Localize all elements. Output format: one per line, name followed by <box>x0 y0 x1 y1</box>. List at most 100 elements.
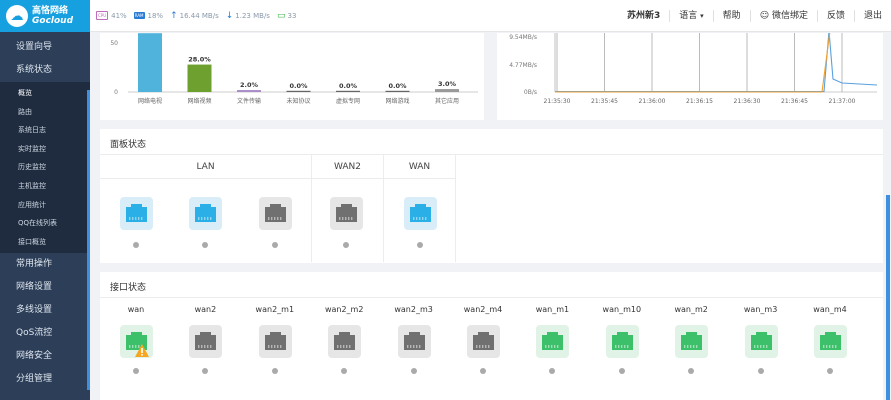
ethernet-port-icon <box>334 332 356 350</box>
traffic-card: 9.54MB/s 4.77MB/s 0B/s 21:35:30 21:35:45 21:3… <box>497 33 883 120</box>
sidebar-subitem-overview[interactable]: 概览 <box>0 84 90 103</box>
language-label: 语言 <box>679 11 698 21</box>
interface-port-wan2_m1[interactable] <box>258 325 292 358</box>
sidebar-item-groups[interactable]: 分组管理 <box>0 368 90 391</box>
sidebar-item-system-status[interactable]: 系统状态 <box>0 59 90 82</box>
location-name: 苏州新3 <box>627 11 661 21</box>
panel-port-wan-1[interactable] <box>404 197 437 230</box>
bar-data-label: 3.0% <box>438 80 457 88</box>
interface-name: wan_m2 <box>674 305 708 314</box>
sidebar-subitem-history-monitor[interactable]: 历史监控 <box>0 158 90 177</box>
wechat-icon: ☺ <box>759 11 770 21</box>
link-status-dot <box>271 368 278 374</box>
download-arrow-icon: ↓ <box>225 10 234 21</box>
bar-data-label: 0.0% <box>388 82 407 90</box>
ethernet-port-icon <box>403 332 425 350</box>
monitor-icon: ▭ <box>276 10 286 21</box>
sidebar-subitem-qq-online[interactable]: QQ在线列表 <box>0 214 90 233</box>
chevron-down-icon: ▾ <box>700 12 704 20</box>
link-status-dot <box>343 242 349 248</box>
cpu-value: 41% <box>111 11 127 20</box>
bar-4 <box>336 90 360 92</box>
interface-name: wan_m4 <box>813 305 847 314</box>
interface-port-wan_m10[interactable] <box>605 325 639 358</box>
line-x-tick: 21:36:30 <box>734 98 761 105</box>
panel-port-lan-1[interactable] <box>120 197 153 230</box>
feedback-link[interactable]: 反馈 <box>816 10 854 22</box>
link-status-dot <box>618 368 625 374</box>
line-y-tick: 0B/s <box>524 89 537 96</box>
link-status-dot <box>480 368 486 374</box>
bar-y-tick: 50 <box>110 40 118 47</box>
line-x-tick: 21:36:00 <box>639 98 666 105</box>
sidebar-item-security[interactable]: 网络安全 <box>0 345 90 368</box>
cloud-logo-icon: ☁ <box>6 5 28 27</box>
line-x-tick: 21:35:45 <box>591 98 618 105</box>
link-status-dot <box>417 242 423 248</box>
line-x-tick: 21:35:30 <box>544 98 571 105</box>
wechat-label: 微信绑定 <box>771 11 808 21</box>
interface-port-wan2_m2[interactable] <box>328 325 362 358</box>
bar-y-tick: 0 <box>114 89 118 96</box>
line-x-tick: 21:37:00 <box>829 98 856 105</box>
interface-port-wan2[interactable] <box>189 325 223 358</box>
sidebar-scrollbar[interactable] <box>87 90 90 390</box>
app-usage-card: 50 0 网络电视 28.0% 网络视频 2.0% 文件传输 0.0% 未知协议 0.0% 虚拟专网… <box>100 33 484 120</box>
hosts-value: 33 <box>287 11 297 20</box>
sidebar-subitem-route[interactable]: 路由 <box>0 103 90 122</box>
interface-status-title: 接口状态 <box>110 283 147 293</box>
interface-port-wan2_m4[interactable] <box>467 325 500 358</box>
warning-icon <box>135 344 149 357</box>
interface-port-wan_m2[interactable] <box>675 325 709 358</box>
interface-port-wan[interactable] <box>120 325 153 358</box>
bar-category-label: 网络视频 <box>187 97 211 105</box>
ram-value: 18% <box>147 11 164 20</box>
link-status-dot <box>827 368 833 374</box>
upload-stat: ↑ 16.44 MB/s <box>170 11 219 21</box>
wechat-bind-link[interactable]: ☺ 微信绑定 <box>749 10 817 22</box>
panel-port-lan-3[interactable] <box>259 197 292 230</box>
page-scrollbar[interactable] <box>886 195 890 400</box>
upload-value: 16.44 MB/s <box>179 11 219 20</box>
interface-name: wan_m1 <box>535 305 570 314</box>
hosts-stat: ▭ 33 <box>277 11 296 21</box>
interface-header-divider <box>100 297 883 298</box>
sidebar-item-qos[interactable]: QoS流控 <box>0 322 90 345</box>
interface-port-wan_m4[interactable] <box>814 325 847 358</box>
traffic-line-chart: 9.54MB/s 4.77MB/s 0B/s 21:35:30 21:35:45 21:3… <box>509 33 878 105</box>
help-link[interactable]: 帮助 <box>712 10 750 22</box>
bar-category-label: 其它应用 <box>435 97 459 105</box>
sidebar-subitem-host-monitor[interactable]: 主机监控 <box>0 177 90 196</box>
sidebar-item-common-ops[interactable]: 常用操作 <box>0 253 90 276</box>
interface-port-wan2_m3[interactable] <box>397 325 431 358</box>
language-menu[interactable]: 语言 ▾ <box>669 10 712 22</box>
logout-link[interactable]: 退出 <box>853 10 891 22</box>
panel-port-lan-2[interactable] <box>189 197 222 230</box>
bar-6 <box>435 89 459 92</box>
sidebar-item-setup-wizard[interactable]: 设置向导 <box>0 36 90 59</box>
interface-name: wan2_m3 <box>394 305 433 314</box>
link-status-dot <box>272 242 278 248</box>
link-status-dot <box>410 368 417 374</box>
bar-category-label: 虚拟专网 <box>336 97 360 105</box>
sidebar-item-network-settings[interactable]: 网络设置 <box>0 276 90 299</box>
top-bar: CPU 41% RAM 18% ↑ 16.44 MB/s ↓ 1.23 MB/s ▭ 33… <box>90 0 891 32</box>
logo: ☁ 高恪网络 Gocloud <box>0 0 90 32</box>
sidebar-subitem-realtime-monitor[interactable]: 实时监控 <box>0 140 90 159</box>
interface-name: wan2_m2 <box>324 305 364 314</box>
app-usage-bar-chart: 50 0 网络电视 28.0% 网络视频 2.0% 文件传输 0.0% 未知协议 0.0% 虚拟专网… <box>110 33 478 105</box>
ethernet-port-icon <box>195 332 217 350</box>
sidebar-subitem-interface-overview[interactable]: 接口概览 <box>0 233 90 252</box>
wan-group-label: WAN <box>384 155 455 179</box>
interface-port-wan_m1[interactable] <box>536 325 570 358</box>
interface-port-wan_m3[interactable] <box>744 325 778 358</box>
sidebar-subitem-system-log[interactable]: 系统日志 <box>0 121 90 140</box>
lan-group-label: LAN <box>100 155 311 179</box>
ethernet-port-icon <box>473 332 494 350</box>
panel-port-wan2-1[interactable] <box>330 197 363 230</box>
sidebar-item-multiline[interactable]: 多线设置 <box>0 299 90 322</box>
sidebar-subitem-app-stats[interactable]: 应用统计 <box>0 196 90 215</box>
ethernet-port-icon <box>750 332 772 350</box>
bar-category-label: 文件传输 <box>237 97 261 105</box>
interface-name: wan_m3 <box>743 305 778 314</box>
